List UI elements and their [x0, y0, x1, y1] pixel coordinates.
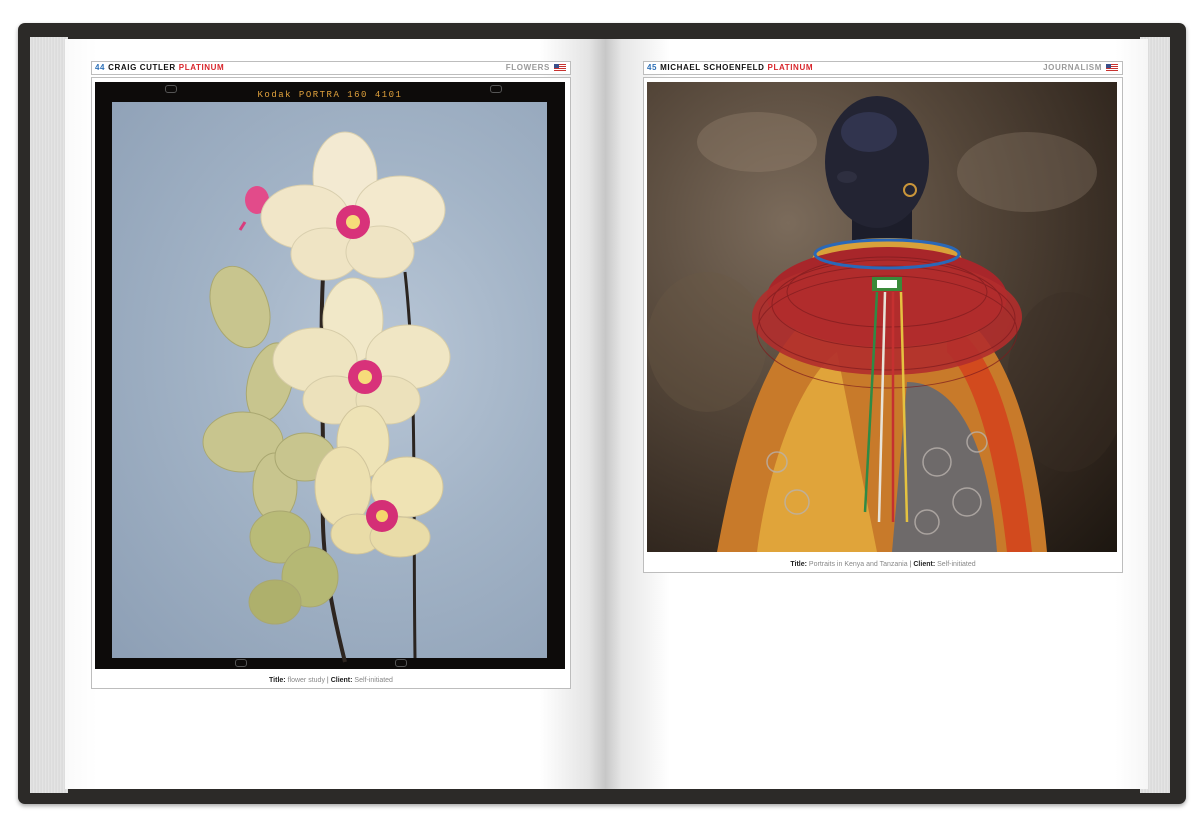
- portrait-illustration: [647, 96, 1117, 552]
- page-edges-left: [30, 37, 68, 793]
- caption-separator: |: [326, 677, 329, 684]
- award-label: PLATINUM: [178, 63, 225, 72]
- title-value: flower study: [287, 677, 325, 684]
- client-value: Self-initiated: [354, 677, 393, 684]
- orchid-photo: Kodak PORTRA 160 4101: [95, 82, 565, 669]
- left-page-header: 44 CRAIG CUTLER PLATINUM FLOWERS: [91, 61, 571, 75]
- category-label: JOURNALISM: [1043, 63, 1102, 72]
- title-label: Title:: [269, 677, 286, 684]
- award-label: PLATINUM: [767, 63, 814, 72]
- portrait-photo: [647, 82, 1117, 552]
- title-value: Portraits in Kenya and Tanzania: [808, 561, 908, 568]
- caption-separator: |: [909, 561, 912, 568]
- category-label: FLOWERS: [505, 63, 550, 72]
- client-value: Self-initiated: [937, 561, 976, 568]
- page-number: 44: [95, 63, 106, 72]
- orchid-illustration: [202, 131, 451, 663]
- right-page-header: 45 MICHAEL SCHOENFELD PLATINUM JOURNALISM: [643, 61, 1123, 75]
- client-label: Client:: [330, 677, 353, 684]
- right-caption: Title: Portraits in Kenya and Tanzania |…: [643, 558, 1123, 573]
- left-caption: Title: flower study | Client: Self-initi…: [91, 674, 571, 689]
- page-number: 45: [647, 63, 658, 72]
- photographer-name: CRAIG CUTLER: [108, 63, 176, 72]
- us-flag-icon: [554, 64, 566, 72]
- us-flag-icon: [1106, 64, 1118, 72]
- client-label: Client:: [913, 561, 936, 568]
- title-label: Title:: [790, 561, 807, 568]
- photographer-name: MICHAEL SCHOENFELD: [660, 63, 765, 72]
